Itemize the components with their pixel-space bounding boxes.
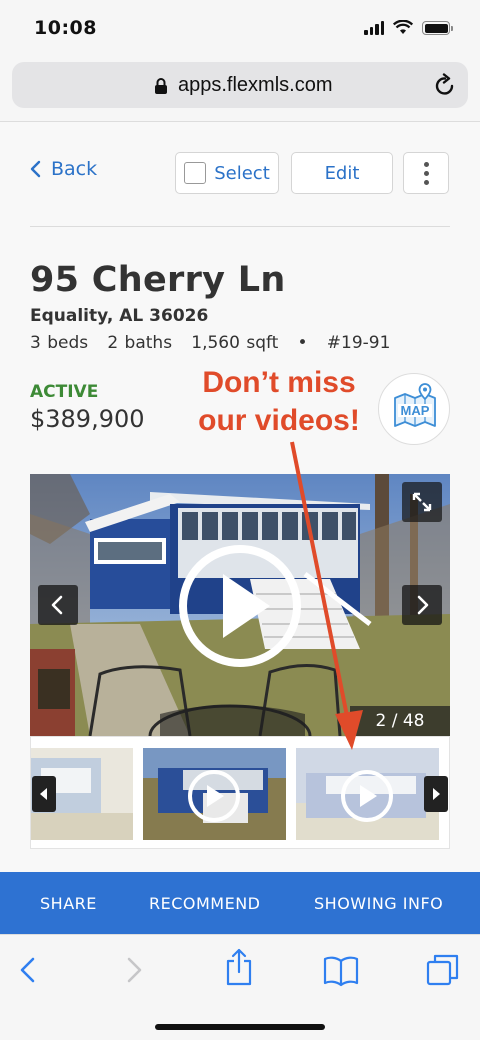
listing-status: ACTIVE	[30, 382, 99, 402]
listing-photo[interactable]: 2 / 48	[30, 474, 450, 736]
thumbnail-2[interactable]	[143, 748, 286, 840]
edit-button[interactable]: Edit	[291, 152, 393, 194]
photo-counter: 2 / 48	[350, 706, 450, 736]
browser-toolbar	[0, 934, 480, 1040]
browser-url-area: apps.flexmls.com	[0, 56, 480, 122]
thumbnail-strip	[30, 736, 450, 849]
home-indicator	[155, 1024, 325, 1030]
promo-line-2: our videos!	[198, 404, 360, 437]
chevron-left-icon	[51, 595, 63, 615]
listing-facts: 3 beds 2 baths 1,560 sqft • #19-91	[30, 333, 391, 353]
status-bar: 10:08	[0, 0, 480, 56]
more-options-button[interactable]	[403, 152, 449, 194]
expand-icon	[412, 492, 432, 512]
wifi-icon	[393, 20, 413, 34]
lock-icon	[155, 78, 167, 94]
address-bar[interactable]: apps.flexmls.com	[12, 62, 468, 108]
listing-toolbar: Back Select Edit	[30, 150, 450, 198]
promo-line-1: Don’t miss	[202, 366, 356, 399]
chevron-left-icon	[30, 160, 41, 178]
back-link[interactable]: Back	[30, 158, 97, 180]
listing-city: Equality, AL 36026	[30, 306, 209, 326]
reload-icon[interactable]	[434, 73, 456, 97]
select-label: Select	[214, 162, 270, 184]
chevron-right-icon	[417, 595, 429, 615]
house-photo	[30, 474, 450, 736]
divider	[30, 226, 450, 227]
browser-forward-icon	[127, 957, 142, 983]
back-label: Back	[51, 158, 98, 180]
thumbs-prev-button[interactable]	[32, 776, 56, 812]
action-bar: SHARE RECOMMEND SHOWING INFO	[0, 872, 480, 934]
browser-back-icon[interactable]	[16, 953, 40, 987]
map-icon: MAP	[394, 383, 436, 427]
edit-label: Edit	[324, 162, 360, 184]
select-button[interactable]: Select	[175, 152, 279, 194]
photo-next-button[interactable]	[402, 585, 442, 625]
select-checkbox[interactable]	[184, 162, 207, 184]
triangle-left-icon	[40, 788, 47, 800]
battery-icon	[422, 21, 453, 35]
thumbnail-3[interactable]	[296, 748, 439, 840]
recommend-button[interactable]: RECOMMEND	[149, 894, 261, 913]
cellular-signal-icon	[364, 21, 384, 35]
bookmarks-icon[interactable]	[322, 953, 360, 987]
map-button[interactable]: MAP	[378, 373, 450, 445]
share-sheet-icon[interactable]	[224, 947, 254, 987]
showing-info-button[interactable]: SHOWING INFO	[314, 894, 443, 913]
listing-page: Back Select Edit 95 Cherry Ln Equality, …	[0, 122, 480, 872]
more-dot-icon	[423, 161, 429, 167]
url-text: apps.flexmls.com	[178, 74, 333, 96]
status-time: 10:08	[34, 17, 97, 39]
listing-price: $389,900	[30, 405, 145, 433]
map-label: MAP	[401, 403, 430, 418]
share-button[interactable]: SHARE	[40, 894, 97, 913]
triangle-right-icon	[433, 788, 440, 800]
listing-address: 95 Cherry Ln	[30, 260, 286, 300]
tabs-icon[interactable]	[424, 951, 462, 989]
promo-text: Don’t miss our videos!	[186, 364, 372, 440]
thumbs-next-button[interactable]	[424, 776, 448, 812]
photo-prev-button[interactable]	[38, 585, 78, 625]
thumbnail-image	[143, 748, 286, 840]
fullscreen-button[interactable]	[402, 482, 442, 522]
status-icons	[364, 20, 453, 35]
